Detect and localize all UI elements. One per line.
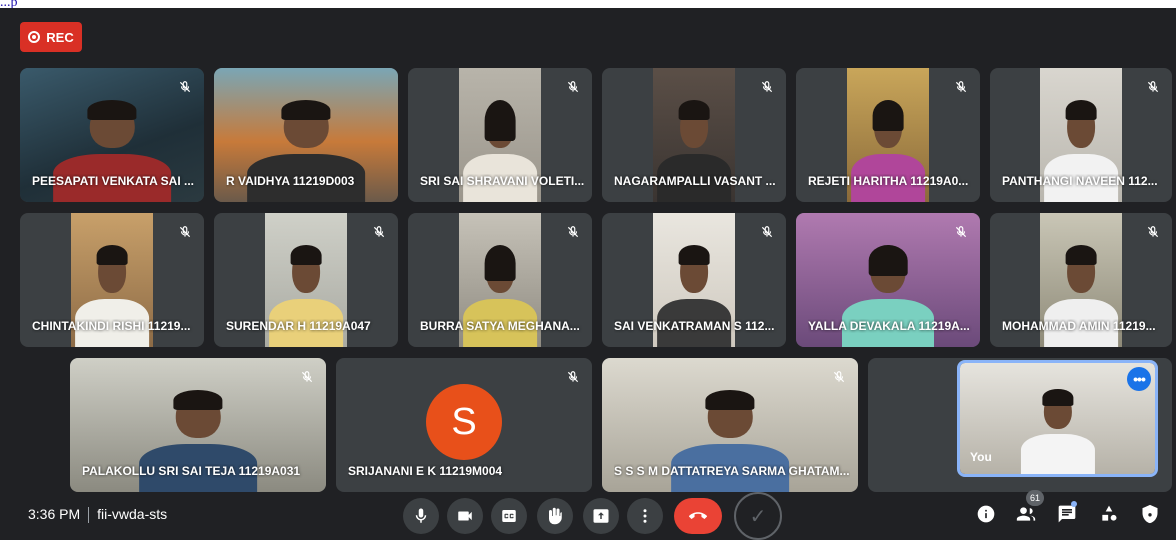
participant-tile[interactable]: YALLA DEVAKALA 11219A... — [796, 213, 980, 347]
participant-tile[interactable]: SAI VENKATRAMAN S 112... — [602, 213, 786, 347]
participant-name: BURRA SATYA MEGHANA... — [420, 319, 580, 333]
participant-tile[interactable]: PANTHANGI NAVEEN 112... — [990, 68, 1172, 202]
people-button[interactable] — [1014, 502, 1038, 526]
self-label: You — [970, 450, 992, 464]
mic-off-icon — [756, 221, 778, 243]
recording-label: REC — [46, 29, 74, 45]
participant-tile[interactable]: BURRA SATYA MEGHANA... — [408, 213, 592, 347]
microphone-button[interactable] — [403, 498, 439, 534]
participant-tile[interactable]: PEESAPATI VENKATA SAI ... — [20, 68, 204, 202]
leave-call-button[interactable] — [674, 498, 722, 534]
more-options-button[interactable] — [627, 498, 663, 534]
bottom-toolbar: 3:36 PM fii-vwda-sts ✓ 61 — [0, 488, 1176, 540]
recording-badge: REC — [20, 22, 82, 52]
info-icon — [977, 505, 995, 523]
mic-off-icon — [368, 221, 390, 243]
captions-icon — [502, 510, 516, 522]
page-link-fragment[interactable]: ...p — [0, 0, 60, 8]
participant-figure — [1020, 387, 1095, 474]
mic-off-icon — [950, 76, 972, 98]
mic-off-icon — [562, 221, 584, 243]
participant-name: PANTHANGI NAVEEN 112... — [1002, 174, 1158, 188]
participant-name: SRI SAI SHRAVANI VOLETI... — [420, 174, 584, 188]
check-icon[interactable]: ✓ — [734, 492, 782, 540]
meeting-code: fii-vwda-sts — [97, 506, 168, 522]
shield-lock-icon — [1142, 504, 1158, 524]
camera-icon — [458, 511, 472, 521]
mic-off-icon — [296, 366, 318, 388]
participant-name: PEESAPATI VENKATA SAI ... — [32, 174, 195, 188]
participant-tile[interactable]: REJETI HARITHA 11219A0... — [796, 68, 980, 202]
participant-name: CHINTAKINDI RISHI 11219... — [32, 319, 191, 333]
mic-off-icon — [174, 76, 196, 98]
record-icon — [28, 31, 41, 43]
chat-notification-dot — [1071, 501, 1077, 507]
participant-name: REJETI HARITHA 11219A0... — [808, 174, 969, 188]
present-button[interactable] — [583, 498, 619, 534]
host-controls-button[interactable] — [1138, 502, 1162, 526]
participant-tile[interactable]: PALAKOLLU SRI SAI TEJA 11219A031 — [70, 358, 326, 492]
people-icon — [1016, 507, 1036, 521]
participant-name: YALLA DEVAKALA 11219A... — [808, 319, 970, 333]
participant-tile[interactable]: S S S M DATTATREYA SARMA GHATAM... — [602, 358, 858, 492]
participant-name: R VAIDHYA 11219D003 — [226, 174, 355, 188]
activities-button[interactable] — [1097, 502, 1121, 526]
meeting-details-button[interactable] — [974, 502, 998, 526]
participant-tile[interactable]: MOHAMMAD AMIN 11219... — [990, 213, 1172, 347]
mic-off-icon — [562, 76, 584, 98]
participant-tile[interactable]: S SRIJANANI E K 11219M004 — [336, 358, 592, 492]
mic-off-icon — [174, 221, 196, 243]
mic-off-icon — [950, 221, 972, 243]
participant-tile[interactable]: SURENDAR H 11219A047 — [214, 213, 398, 347]
more-vert-icon — [643, 509, 647, 523]
present-icon — [593, 509, 609, 523]
participant-name: SRIJANANI E K 11219M004 — [348, 464, 503, 478]
hand-icon — [549, 507, 562, 525]
participant-name: S S S M DATTATREYA SARMA GHATAM... — [614, 464, 850, 478]
activities-icon — [1102, 505, 1117, 521]
participant-tile[interactable]: R VAIDHYA 11219D003 — [214, 68, 398, 202]
chat-icon — [1058, 505, 1076, 523]
mic-off-icon — [1142, 76, 1164, 98]
microphone-icon — [415, 508, 427, 523]
captions-button[interactable] — [491, 498, 527, 534]
meeting-stage: REC PEESAPATI VENKATA SAI ... R VAIDHYA … — [0, 8, 1176, 540]
participant-name: MOHAMMAD AMIN 11219... — [1002, 319, 1156, 333]
participant-tile[interactable]: NAGARAMPALLI VASANT ... — [602, 68, 786, 202]
mic-off-icon — [1142, 221, 1164, 243]
more-options-button[interactable]: ••• — [1127, 367, 1151, 391]
participant-tile[interactable]: CHINTAKINDI RISHI 11219... — [20, 213, 204, 347]
self-view-tile[interactable]: ••• You — [957, 360, 1158, 477]
participant-name: SURENDAR H 11219A047 — [226, 319, 371, 333]
participant-name: SAI VENKATRAMAN S 112... — [614, 319, 775, 333]
clock-time: 3:36 PM — [28, 506, 81, 522]
meeting-info: 3:36 PM fii-vwda-sts — [28, 506, 168, 524]
avatar: S — [426, 384, 502, 460]
participant-name: PALAKOLLU SRI SAI TEJA 11219A031 — [82, 464, 301, 478]
raise-hand-button[interactable] — [537, 498, 573, 534]
mic-off-icon — [828, 366, 850, 388]
mic-off-icon — [756, 76, 778, 98]
participant-tile[interactable]: SRI SAI SHRAVANI VOLETI... — [408, 68, 592, 202]
participant-name: NAGARAMPALLI VASANT ... — [614, 174, 776, 188]
mic-off-icon — [562, 366, 584, 388]
hangup-icon — [689, 512, 707, 519]
camera-button[interactable] — [447, 498, 483, 534]
